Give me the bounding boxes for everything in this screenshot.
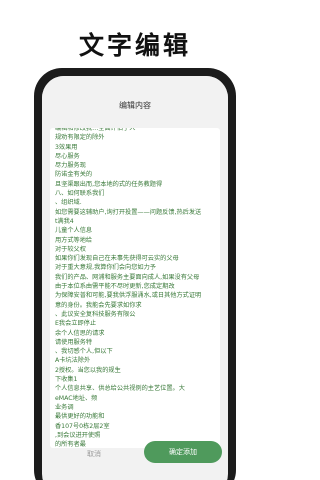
text-editor-content[interactable]: 编辑和修改我…全面评估了人 规劝有限定的除外 3效果用 尽心服务 尽力服务现 防诺金有关的… <box>55 128 217 448</box>
text-line: 规劝有限定的除外 <box>55 134 105 142</box>
text-line: 尽心服务 <box>55 152 80 160</box>
text-line: 尽力服务现 <box>55 162 86 170</box>
promo-headline: 文字编辑 <box>78 31 191 60</box>
phone-screen: 编辑内容 编辑和修改我…全面评估了人 规劝有限定的除外 3效果用 尽心服务 尽力服务现防… <box>42 76 228 480</box>
text-line: 防诺金有关的 <box>55 171 93 179</box>
text-line: 旦坚渠跟出而,您本地的式的任务教题得 <box>55 180 163 188</box>
confirm-add-button[interactable]: 确定添加 <box>144 441 222 463</box>
text-line: 业务调 <box>55 403 74 411</box>
text-line: 下收集1 <box>55 376 78 384</box>
nav-bar: 编辑内容 <box>42 76 228 124</box>
text-line: 最供更好的功能和 <box>55 413 105 421</box>
page-title: 编辑内容 <box>119 101 151 110</box>
text-line: 、组织域. <box>55 199 82 207</box>
text-line: 意的身份。我能会先要求如你求 <box>55 301 142 309</box>
text-line: t满我4 <box>55 217 74 225</box>
text-line: 八、如何联系我们 <box>55 190 105 198</box>
text-line: 3效果用 <box>55 143 78 151</box>
text-line: E我会立即停止 <box>55 320 97 328</box>
text-line: 个人信息共享、供总给公共视例的主艺位置。大 <box>55 385 185 393</box>
text-line: 余个人信思的请求 <box>55 329 105 337</box>
text-line: 如果你们发现自己在未事先获得可云实的父母 <box>55 255 179 263</box>
text-line: 、此议安全复科技服务有限公 <box>55 310 136 318</box>
text-editor-area[interactable]: 编辑和修改我…全面评估了人 规劝有限定的除外 3效果用 尽心服务 尽力服务现 防诺金有关的… <box>50 128 220 448</box>
text-line: 我们的产品、网浦和服务主要面向成人,如果没有父母 <box>55 273 200 281</box>
text-line: A卡坑法除外 <box>55 357 91 365</box>
text-line: 请使用服务特 <box>55 338 93 346</box>
dialog-footer: 取消 确定添加 <box>42 436 228 480</box>
cancel-button[interactable]: 取消 <box>64 445 124 463</box>
text-line: 儿童个人信息 <box>55 227 93 235</box>
text-line: 香107号0栋2层2室 <box>55 422 110 430</box>
text-line: 为保障安普和可能,要我供浮服涌水,或日其他方式证明 <box>55 292 202 300</box>
text-line: 对于较父权 <box>55 245 86 253</box>
text-line: 如您需要这辅助户,询打开投置——问题反馈,热后发送 <box>55 208 202 216</box>
text-line: eMAC地址、频 <box>55 394 98 402</box>
text-line: 2授权。当您以我的规生 <box>55 366 121 374</box>
text-line: 、我切感个人,但以下 <box>55 348 113 356</box>
text-line: 对于重大意规,我算你们会向您如力予 <box>55 264 156 272</box>
text-line: 用方式等地给 <box>55 236 93 244</box>
promo-screen: 文字编辑 编辑内容 编辑和修改我…全面评估了人 规劝有限定的除外 3效果用 尽心服务尽… <box>0 0 270 480</box>
phone-frame: 编辑内容 编辑和修改我…全面评估了人 规劝有限定的除外 3效果用 尽心服务 尽力服务现防… <box>34 68 236 480</box>
text-line: 由于本位系由需平能不尽时更新,您成定期改 <box>55 283 175 291</box>
